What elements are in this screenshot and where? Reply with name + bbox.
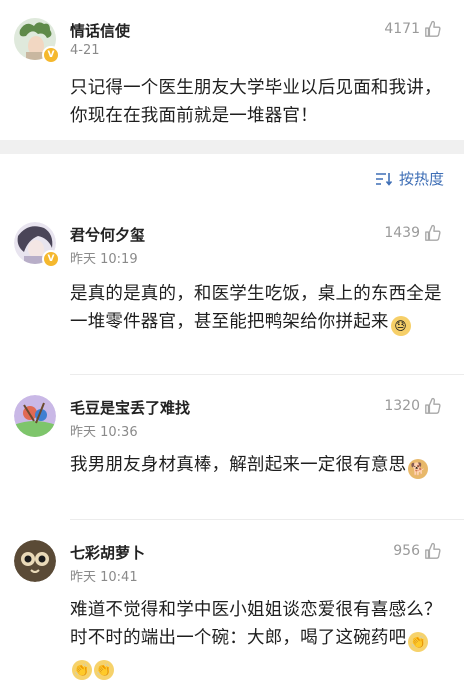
comment-item: V 情话信使 4-21 4171 只记得一个医生朋友大学毕业以后见面和我讲，你现… [0,0,464,140]
avatar[interactable] [14,395,56,437]
verified-badge-icon: V [42,46,60,64]
comment-time: 昨天 10:41 [70,570,138,585]
sweat-emoji-icon: 😓 [390,316,411,336]
like-button[interactable]: 4171 [384,20,442,38]
thumbs-up-icon [425,542,441,559]
clap-emoji-icon: 👏 [72,660,92,680]
doge-emoji-icon: 🐕 [408,459,429,479]
comment-item: 毛豆是宝丢了难找 昨天 10:36 1320 我男朋友身材真棒，解剖起来一定很有… [0,375,464,520]
like-button[interactable]: 1439 [384,224,442,242]
comment-item: 七彩胡萝卜 昨天 10:41 956 难道不觉得和学中医小姐姐谈恋爱很有喜感么？… [0,520,464,687]
like-count: 4171 [384,21,420,37]
author-name[interactable]: 君兮何夕玺 [70,224,145,245]
like-button[interactable]: 956 [393,542,442,560]
thumbs-up-icon [425,397,441,414]
comment-text: 难道不觉得和学中医小姐姐谈恋爱很有喜感么？时不时的端出一个碗：大郎，喝了这碗药吧… [70,596,442,680]
author-name[interactable]: 七彩胡萝卜 [70,542,145,563]
comment-text: 是真的是真的，和医学生吃饭，桌上的东西全是一堆零件器官，甚至能把鸭架给你拼起来 😓 [70,280,442,336]
sort-icon [375,172,393,186]
like-count: 1439 [384,225,420,241]
thumbs-up-icon [425,224,441,241]
like-count: 956 [393,543,420,559]
clap-emoji-icon: 👏 [408,632,429,652]
comment-time: 昨天 10:36 [70,425,138,440]
comment-text: 只记得一个医生朋友大学毕业以后见面和我讲，你现在在我面前就是一堆器官！ [70,78,442,126]
section-separator [0,140,464,154]
comment-text-content: 是真的是真的，和医学生吃饭，桌上的东西全是一堆零件器官，甚至能把鸭架给你拼起来 [70,284,442,332]
avatar-image [14,540,56,582]
avatar[interactable] [14,540,56,582]
comment-text-content: 我男朋友身材真棒，解剖起来一定很有意思 [70,455,407,475]
sort-button[interactable]: 按热度 [375,168,444,189]
thumbs-up-icon [425,20,441,37]
clap-emoji-icon: 👏 [94,660,114,680]
verified-badge-icon: V [42,250,60,268]
avatar-image [14,395,56,437]
comment-time: 4-21 [70,43,100,58]
comment-text: 我男朋友身材真棒，解剖起来一定很有意思 🐕 [70,451,442,479]
like-button[interactable]: 1320 [384,397,442,415]
comment-text-content: 难道不觉得和学中医小姐姐谈恋爱很有喜感么？时不时的端出一个碗：大郎，喝了这碗药吧 [70,600,442,648]
like-count: 1320 [384,398,420,414]
author-name[interactable]: 毛豆是宝丢了难找 [70,397,190,418]
comment-time: 昨天 10:19 [70,252,138,267]
comment-item: V 君兮何夕玺 昨天 10:19 1439 是真的是真的，和医学生吃饭，桌上的东… [0,210,464,375]
sort-label: 按热度 [398,170,444,188]
author-name[interactable]: 情话信使 [70,20,130,41]
